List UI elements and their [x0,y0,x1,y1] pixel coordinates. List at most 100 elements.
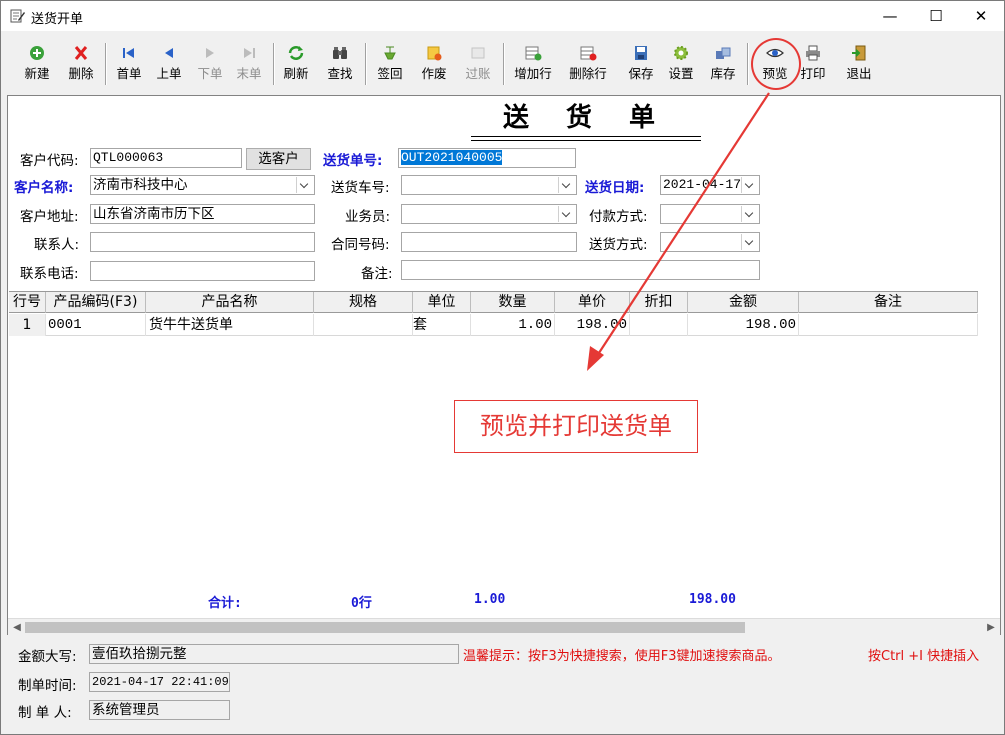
title-underline [471,136,701,137]
first-record-button[interactable]: 首单 [109,39,149,89]
close-button[interactable]: ✕ [958,1,1004,31]
sign-icon [384,46,396,60]
last-label: 末单 [236,66,262,81]
cell-amount[interactable]: 198.00 [688,314,799,336]
chevron-down-icon[interactable] [558,177,575,193]
toolbar: 新建 删除 首单 上单 下单 末单 刷新 查找 签回 作废 过账 增加行 删除行… [9,39,999,91]
cell-discount[interactable] [630,314,688,336]
col-header[interactable]: 产品名称 [146,292,314,313]
add-row-button[interactable]: 增加行 [507,39,559,89]
contract-label: 合同号码: [331,237,390,253]
chevron-down-icon[interactable] [741,234,758,250]
toolbar-separator [105,43,107,85]
chevron-down-icon[interactable] [296,177,313,193]
col-header[interactable]: 数量 [471,292,555,313]
contact-field[interactable] [90,232,315,252]
delete-row-button[interactable]: 删除行 [562,39,614,89]
select-customer-button[interactable]: 选客户 [246,148,311,170]
col-header[interactable]: 单价 [555,292,630,313]
settings-button[interactable]: 设置 [661,39,701,89]
new-button[interactable]: 新建 [15,39,59,89]
payment-combo[interactable] [660,204,760,224]
chevron-down-icon[interactable] [741,206,758,222]
customer-name-label: 客户名称: [14,180,74,196]
scrollbar-thumb[interactable] [25,622,745,633]
app-window: 送货开单 — ☐ ✕ 新建 删除 首单 上单 下单 末单 刷新 查找 签回 作废… [0,0,1005,735]
address-field[interactable]: 山东省济南市历下区 [90,204,315,224]
table-row[interactable]: 1 0001 货牛牛送货单 套 1.00 198.00 198.00 [9,314,978,336]
delete-x-icon [74,46,88,60]
next-record-button[interactable]: 下单 [190,39,230,89]
cell-unit[interactable]: 套 [413,314,471,336]
delivery-date-picker[interactable]: 2021-04-17 [660,175,760,195]
exit-button[interactable]: 退出 [839,39,879,89]
void-label: 作废 [421,66,447,81]
exit-door-icon [852,45,866,61]
horizontal-scrollbar[interactable]: ◀ ▶ [8,618,1000,635]
add-icon [30,46,44,60]
stock-label: 库存 [710,66,736,81]
delivery-method-label: 送货方式: [589,237,648,253]
order-no-field[interactable]: OUT2021040005 [398,148,576,168]
save-button[interactable]: 保存 [621,39,661,89]
order-no-value: OUT2021040005 [401,150,503,165]
customer-code-field[interactable]: QTL000063 [90,148,242,168]
find-button[interactable]: 查找 [319,39,361,89]
next-label: 下单 [197,66,223,81]
first-label: 首单 [116,66,142,81]
customer-code-label: 客户代码: [20,153,79,169]
void-button[interactable]: 作废 [413,39,455,89]
creator-field: 系统管理员 [89,700,230,720]
binoculars-icon [333,47,347,59]
cell-code[interactable]: 0001 [46,314,146,336]
customer-name-combo[interactable]: 济南市科技中心 [90,175,315,195]
prev-record-button[interactable]: 上单 [149,39,189,89]
window-title: 送货开单 [31,12,84,27]
col-header[interactable]: 行号 [9,292,46,313]
col-header[interactable]: 备注 [799,292,978,313]
title-bar: 送货开单 — ☐ ✕ [1,1,1004,31]
cell-qty[interactable]: 1.00 [471,314,555,336]
minimize-button[interactable]: — [867,1,913,31]
last-record-button[interactable]: 末单 [229,39,269,89]
delete-button[interactable]: 删除 [59,39,103,89]
total-label: 合计: [208,596,242,611]
delivery-date-label: 送货日期: [585,180,645,196]
chevron-down-icon[interactable] [741,177,758,193]
last-icon [244,48,255,58]
contract-field[interactable] [401,232,577,252]
created-time-field: 2021-04-17 22:41:09 [89,672,230,692]
customer-name-value: 济南市科技中心 [93,177,188,193]
sign-back-button[interactable]: 签回 [369,39,411,89]
creator-label: 制 单 人: [18,705,72,721]
stock-button[interactable]: 库存 [703,39,743,89]
settings-label: 设置 [668,66,694,81]
col-header[interactable]: 单位 [413,292,471,313]
col-header[interactable]: 金额 [688,292,799,313]
col-header[interactable]: 产品编码(F3) [46,292,146,313]
grid-header: 行号 产品编码(F3) 产品名称 规格 单位 数量 单价 折扣 金额 备注 [9,291,978,313]
vehicle-combo[interactable] [401,175,577,195]
scroll-right-icon[interactable]: ▶ [984,621,998,635]
col-header[interactable]: 规格 [314,292,413,313]
scroll-left-icon[interactable]: ◀ [10,621,24,635]
salesman-combo[interactable] [401,204,577,224]
phone-field[interactable] [90,261,315,281]
col-header[interactable]: 折扣 [630,292,688,313]
maximize-button[interactable]: ☐ [913,1,959,31]
delivery-method-combo[interactable] [660,232,760,252]
cell-price[interactable]: 198.00 [555,314,630,336]
vehicle-label: 送货车号: [331,180,390,196]
chevron-down-icon[interactable] [558,206,575,222]
title-underline [471,140,701,141]
cell-remark[interactable] [799,314,978,336]
refresh-button[interactable]: 刷新 [276,39,316,89]
cell-spec[interactable] [314,314,413,336]
remark-field[interactable] [401,260,760,280]
next-icon [206,48,214,58]
find-label: 查找 [327,66,353,81]
cell-name[interactable]: 货牛牛送货单 [146,314,314,336]
total-qty: 1.00 [474,592,506,607]
post-button[interactable]: 过账 [456,39,500,89]
post-icon [471,47,485,59]
